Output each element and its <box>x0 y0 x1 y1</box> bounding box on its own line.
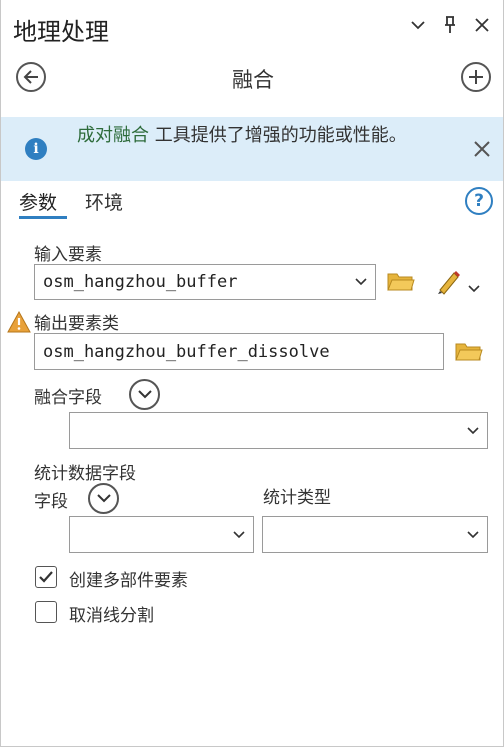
pane-title: 地理处理 <box>13 18 109 46</box>
output-feature-class-input[interactable]: osm_hangzhou_buffer_dissolve <box>34 333 444 370</box>
unsplit-lines-checkbox[interactable] <box>35 601 57 623</box>
statistic-type-dropdown[interactable] <box>262 516 488 553</box>
tool-title: 融合 <box>232 68 274 92</box>
geoprocessing-pane: 地理处理 融合 i 成对融合 工具提供了增强的功能或性能。 参数 环境 ? 输入… <box>0 0 504 747</box>
output-feature-class-label: 输出要素类 <box>34 314 119 334</box>
pairwise-dissolve-link[interactable]: 成对融合 <box>77 125 149 146</box>
statistics-field-dropdown[interactable] <box>69 516 254 553</box>
input-features-value: osm_hangzhou_buffer <box>43 272 238 292</box>
tab-parameters[interactable]: 参数 <box>19 188 57 215</box>
create-features-chevron-icon[interactable] <box>468 278 480 297</box>
multipart-label: 创建多部件要素 <box>69 571 188 591</box>
browse-folder-icon[interactable] <box>387 270 415 296</box>
tab-environments[interactable]: 环境 <box>85 188 123 215</box>
multipart-checkbox[interactable] <box>35 566 57 588</box>
output-feature-class-value: osm_hangzhou_buffer_dissolve <box>43 341 330 362</box>
active-tab-indicator <box>19 216 67 219</box>
unsplit-lines-label: 取消线分割 <box>69 606 154 626</box>
browse-output-folder-icon[interactable] <box>455 340 483 366</box>
chevron-down-icon <box>96 494 111 503</box>
statistic-type-label: 统计类型 <box>263 488 331 508</box>
pin-icon[interactable] <box>439 14 461 36</box>
add-button[interactable] <box>461 62 491 92</box>
chevron-down-icon <box>467 426 479 434</box>
chevron-down-icon <box>137 390 152 399</box>
info-icon: i <box>25 138 47 160</box>
close-pane-icon[interactable] <box>471 14 493 36</box>
statistics-fields-label: 统计数据字段 <box>34 464 136 484</box>
banner-text: 工具提供了增强的功能或性能。 <box>149 125 407 146</box>
chevron-down-icon[interactable] <box>407 14 429 36</box>
pencil-icon[interactable] <box>435 269 463 299</box>
statistics-field-expand-button[interactable] <box>88 483 119 514</box>
warning-icon <box>7 310 31 337</box>
dissolve-field-expand-button[interactable] <box>129 379 160 410</box>
banner-message: 成对融合 工具提供了增强的功能或性能。 <box>77 123 449 149</box>
plus-icon <box>469 70 483 84</box>
chevron-down-icon <box>355 278 367 286</box>
help-icon[interactable]: ? <box>465 187 493 215</box>
close-banner-icon[interactable] <box>473 140 491 158</box>
input-features-dropdown[interactable]: osm_hangzhou_buffer <box>34 264 376 300</box>
dissolve-field-label: 融合字段 <box>34 388 102 408</box>
field-column-label: 字段 <box>34 492 68 512</box>
input-features-label: 输入要素 <box>34 245 102 265</box>
dissolve-field-dropdown[interactable] <box>69 412 488 449</box>
checkmark-icon <box>39 571 53 583</box>
chevron-down-icon <box>467 530 479 538</box>
chevron-down-icon <box>233 530 245 538</box>
